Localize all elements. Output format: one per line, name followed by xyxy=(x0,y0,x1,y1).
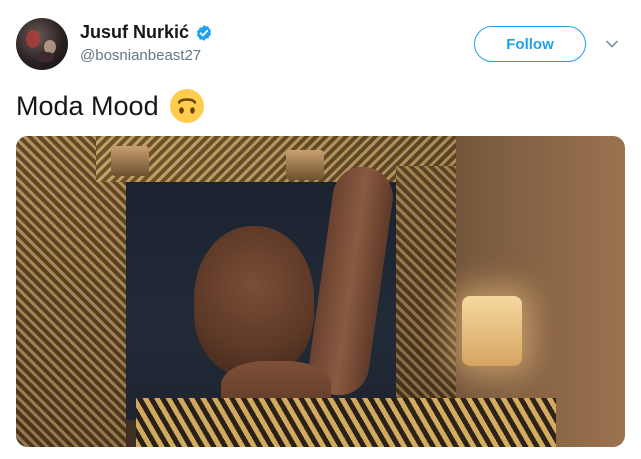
tweet-body: Moda Mood xyxy=(16,90,159,121)
avatar[interactable] xyxy=(16,18,68,70)
verified-badge-icon xyxy=(196,24,212,41)
display-name[interactable]: Jusuf Nurkić xyxy=(80,22,189,43)
user-handle[interactable]: @bosnianbeast27 xyxy=(80,47,201,64)
name-row: Jusuf Nurkić xyxy=(80,22,213,43)
chevron-down-icon[interactable] xyxy=(604,36,620,52)
tweet-media-image[interactable] xyxy=(16,136,625,447)
tweet-text: Moda Mood xyxy=(16,88,205,124)
follow-button[interactable]: Follow xyxy=(474,26,586,62)
upside-down-face-emoji xyxy=(169,89,204,123)
